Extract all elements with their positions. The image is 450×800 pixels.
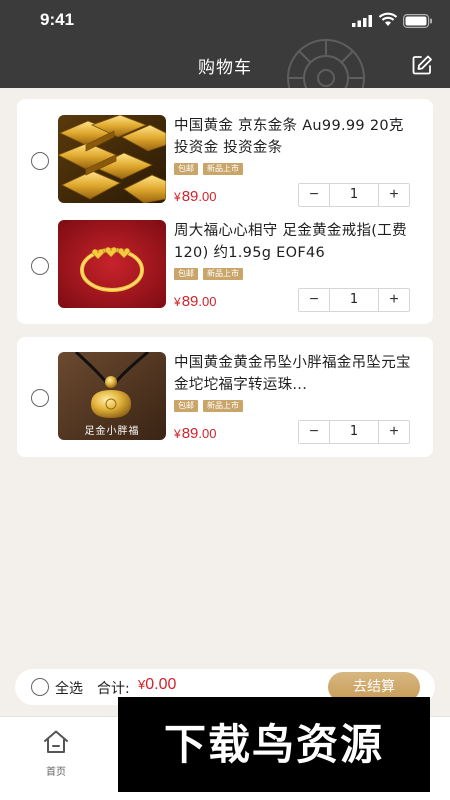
status-time: 9:41 bbox=[40, 10, 75, 29]
tab-home-label: 首页 bbox=[46, 767, 66, 778]
product-tags: 包邮 新品上市 bbox=[174, 400, 243, 412]
increase-button[interactable]: + bbox=[379, 421, 409, 443]
watermark: 下载鸟资源 bbox=[118, 697, 430, 792]
product-price: ¥89.00 bbox=[174, 425, 217, 442]
thumb-caption: 足金小胖福 bbox=[84, 426, 140, 437]
free-shipping-tag: 包邮 bbox=[174, 400, 198, 412]
new-arrival-tag: 新品上市 bbox=[203, 400, 243, 412]
quantity-value[interactable]: 1 bbox=[329, 421, 379, 443]
cart-item: 周大福心心相守 足金黄金戒指(工费120) 约1.95g EOF46 包邮 新品… bbox=[17, 220, 433, 320]
free-shipping-tag: 包邮 bbox=[174, 268, 198, 280]
select-all-radio[interactable] bbox=[31, 678, 49, 696]
product-price: ¥89.00 bbox=[174, 188, 217, 205]
decrease-button[interactable]: − bbox=[299, 421, 329, 443]
quantity-stepper: − 1 + bbox=[298, 288, 410, 312]
product-price: ¥89.00 bbox=[174, 293, 217, 310]
total-label: 合计: bbox=[97, 681, 130, 697]
home-icon bbox=[44, 730, 68, 753]
top-bar: 9:41 购物车 bbox=[0, 0, 450, 88]
page-title: 购物车 bbox=[198, 58, 252, 78]
product-image-gold-ring[interactable] bbox=[58, 220, 166, 308]
cart-store-card: 中国黄金 京东金条 Au99.99 20克 投资金 投资金条 包邮 新品上市 ¥… bbox=[17, 99, 433, 324]
quantity-value[interactable]: 1 bbox=[329, 184, 379, 206]
select-all-label[interactable]: 全选 bbox=[55, 678, 83, 698]
decrease-button[interactable]: − bbox=[299, 184, 329, 206]
quantity-stepper: − 1 + bbox=[298, 420, 410, 444]
edit-icon[interactable] bbox=[411, 54, 433, 76]
cart-store-card: 足金小胖福 中国黄金黄金吊坠小胖福金吊坠元宝金坨坨福字转运珠... 包邮 新品上… bbox=[17, 337, 433, 457]
quantity-value[interactable]: 1 bbox=[329, 289, 379, 311]
product-name[interactable]: 中国黄金 京东金条 Au99.99 20克 投资金 投资金条 bbox=[174, 115, 419, 159]
product-tags: 包邮 新品上市 bbox=[174, 163, 243, 175]
product-name[interactable]: 中国黄金黄金吊坠小胖福金吊坠元宝金坨坨福字转运珠... bbox=[174, 352, 419, 396]
tab-home[interactable]: 首页 bbox=[30, 725, 82, 785]
wifi-icon bbox=[378, 12, 398, 26]
new-arrival-tag: 新品上市 bbox=[203, 268, 243, 280]
product-image-gold-bars[interactable] bbox=[58, 115, 166, 203]
cart-item: 中国黄金 京东金条 Au99.99 20克 投资金 投资金条 包邮 新品上市 ¥… bbox=[17, 115, 433, 215]
quantity-stepper: − 1 + bbox=[298, 183, 410, 207]
product-name[interactable]: 周大福心心相守 足金黄金戒指(工费120) 约1.95g EOF46 bbox=[174, 220, 419, 264]
battery-icon bbox=[403, 14, 432, 28]
cart-item: 足金小胖福 中国黄金黄金吊坠小胖福金吊坠元宝金坨坨福字转运珠... 包邮 新品上… bbox=[17, 352, 433, 452]
total-amount: ¥0.00 bbox=[138, 676, 177, 693]
decrease-button[interactable]: − bbox=[299, 289, 329, 311]
increase-button[interactable]: + bbox=[379, 289, 409, 311]
item-select-radio[interactable] bbox=[31, 152, 49, 170]
product-image-gold-pendant[interactable]: 足金小胖福 bbox=[58, 352, 166, 440]
product-tags: 包邮 新品上市 bbox=[174, 268, 243, 280]
free-shipping-tag: 包邮 bbox=[174, 163, 198, 175]
status-bar: 9:41 bbox=[0, 0, 450, 40]
increase-button[interactable]: + bbox=[379, 184, 409, 206]
signal-icon bbox=[352, 15, 372, 27]
item-select-radio[interactable] bbox=[31, 257, 49, 275]
new-arrival-tag: 新品上市 bbox=[203, 163, 243, 175]
item-select-radio[interactable] bbox=[31, 389, 49, 407]
